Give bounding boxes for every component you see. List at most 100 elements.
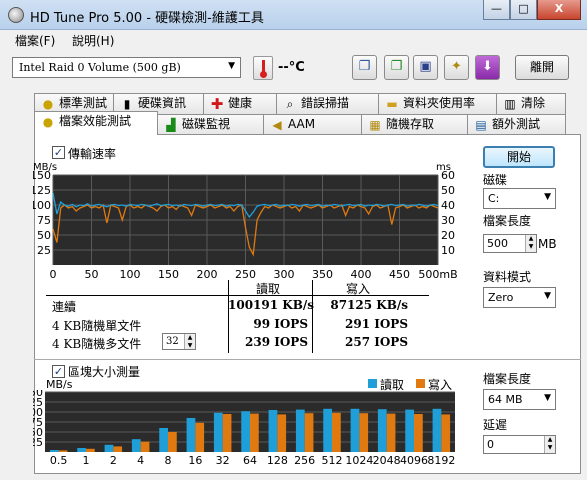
block-size-chart: 2550751001251500.51248163264128256512102… bbox=[33, 390, 455, 467]
benchmark-icon: ● bbox=[42, 97, 54, 111]
read-header: 讀取 bbox=[256, 282, 281, 296]
spinner-arrows-icon[interactable]: ▲ ▼ bbox=[184, 334, 195, 349]
x-tick-label: 500mB bbox=[418, 268, 457, 280]
y-tick-label: 150 bbox=[33, 390, 43, 399]
exit-button[interactable]: 離開 bbox=[515, 55, 569, 80]
x-tick-label: 0 bbox=[50, 268, 57, 280]
download-button[interactable]: ⬇ bbox=[475, 55, 500, 80]
chevron-down-icon: ▼ bbox=[544, 393, 551, 403]
y2-tick-label: 20 bbox=[441, 229, 455, 242]
disk-monitor-icon: ▟ bbox=[166, 118, 176, 132]
y2-tick-label: 30 bbox=[441, 214, 455, 227]
copy-text-icon: ❐ bbox=[358, 59, 371, 74]
x-tick-label: 200 bbox=[197, 268, 218, 280]
spinner-arrows-icon[interactable]: ▲ ▼ bbox=[544, 436, 555, 453]
x-tick-label: 50 bbox=[85, 268, 99, 280]
options-icon: ✦ bbox=[451, 59, 462, 74]
block-size-checkbox[interactable]: ✓ bbox=[52, 365, 65, 378]
results-table: 讀取 寫入 連續 100191 KB/s 87125 KB/s 4 KB隨機單文… bbox=[46, 280, 429, 353]
block-file-length-select[interactable]: 64 MB ▼ bbox=[483, 389, 556, 410]
read-bar bbox=[377, 409, 387, 452]
write-value: 257 IOPS bbox=[345, 335, 408, 349]
read-bar bbox=[432, 408, 442, 452]
x-tick-label: 128 bbox=[267, 454, 288, 467]
spinner-arrows-icon[interactable]: ▲ ▼ bbox=[525, 235, 536, 252]
tab-file-benchmark[interactable]: ● 檔案效能測試 bbox=[34, 111, 158, 135]
delay-label: 延遲 bbox=[483, 418, 508, 432]
read-legend-swatch bbox=[368, 379, 377, 388]
chevron-down-icon: ▼ bbox=[544, 192, 551, 202]
tab-disk-monitor[interactable]: ▟ 磁碟監視 bbox=[157, 114, 264, 135]
x-tick-label: 150 bbox=[158, 268, 179, 280]
tab-extra-tests[interactable]: ▤ 額外測試 bbox=[467, 114, 566, 135]
x-tick-label: 8 bbox=[165, 454, 172, 467]
read-bar bbox=[104, 444, 114, 452]
write-bar bbox=[414, 414, 423, 452]
save-button[interactable]: ▣ bbox=[413, 55, 438, 80]
options-button[interactable]: ✦ bbox=[444, 55, 469, 80]
aam-speaker-icon: ◀ bbox=[272, 118, 282, 132]
read-bar bbox=[77, 448, 86, 452]
y-tick-label: 100 bbox=[33, 199, 51, 212]
write-value: 87125 KB/s bbox=[330, 298, 408, 312]
y-tick-label: 50 bbox=[37, 229, 51, 242]
queue-depth-spinner[interactable]: 32 ▲ ▼ bbox=[162, 333, 196, 350]
maximize-button[interactable]: □ bbox=[510, 0, 537, 20]
tab-aam[interactable]: ◀ AAM bbox=[263, 114, 362, 135]
tab-folder-usage[interactable]: ▬ 資料夾使用率 bbox=[378, 93, 497, 114]
y2-tick-label: 10 bbox=[441, 244, 455, 257]
menu-help[interactable]: 說明(H) bbox=[72, 32, 114, 49]
read-bar bbox=[241, 411, 250, 452]
data-mode-select[interactable]: Zero ▼ bbox=[483, 287, 556, 308]
read-bar bbox=[295, 409, 305, 452]
error-scan-icon: ⌕ bbox=[286, 97, 294, 111]
tab-error-scan[interactable]: ⌕ 錯誤掃描 bbox=[276, 93, 379, 114]
file-length-spinner[interactable]: 500 ▲ ▼ bbox=[483, 234, 537, 253]
block-size-label: 區塊大小測量 bbox=[68, 365, 141, 379]
y-tick-label: 125 bbox=[33, 184, 51, 197]
erase-icon: ▥ bbox=[504, 97, 516, 111]
read-value: 99 IOPS bbox=[253, 317, 308, 331]
tab-erase[interactable]: ▥ 清除 bbox=[496, 93, 566, 114]
transfer-rate-checkbox[interactable]: ✓ bbox=[52, 146, 65, 159]
tab-health[interactable]: ✚ 健康 bbox=[203, 93, 277, 114]
write-legend-swatch bbox=[416, 379, 425, 388]
x-tick-label: 0.5 bbox=[50, 454, 68, 467]
minimize-button[interactable]: — bbox=[483, 0, 510, 20]
x-tick-label: 450 bbox=[389, 268, 410, 280]
close-button[interactable]: X bbox=[537, 0, 581, 20]
x-tick-label: 350 bbox=[312, 268, 333, 280]
x-tick-label: 4096 bbox=[400, 454, 428, 467]
window-title: HD Tune Pro 5.00 - 硬碟檢測-維護工具 bbox=[30, 11, 264, 26]
thermometer-icon bbox=[253, 56, 273, 80]
disk-select[interactable]: C: ▼ bbox=[483, 188, 556, 209]
write-header: 寫入 bbox=[346, 282, 371, 296]
copy-text-button[interactable]: ❐ bbox=[352, 55, 377, 80]
y-tick-label: 75 bbox=[37, 214, 51, 227]
copy-screenshot-button[interactable]: ❐ bbox=[384, 55, 409, 80]
x-tick-label: 256 bbox=[294, 454, 315, 467]
read-bar bbox=[350, 408, 360, 452]
drive-select-value: Intel Raid 0 Volume (500 gB) bbox=[19, 61, 181, 74]
read-bar bbox=[268, 410, 278, 452]
delay-spinner[interactable]: 0 ▲ ▼ bbox=[483, 435, 556, 454]
info-icon: ▮ bbox=[123, 97, 131, 111]
save-icon: ▣ bbox=[419, 59, 432, 74]
file-length-label: 檔案長度 bbox=[483, 214, 532, 228]
drive-select[interactable]: Intel Raid 0 Volume (500 gB) ▼ bbox=[12, 57, 241, 78]
temperature-readout: --°C bbox=[278, 60, 305, 75]
write-bar bbox=[195, 422, 205, 452]
x-tick-label: 4 bbox=[137, 454, 144, 467]
copy-screenshot-icon: ❐ bbox=[390, 59, 403, 74]
menu-file[interactable]: 檔案(F) bbox=[15, 32, 55, 49]
window-controls: — □ X bbox=[483, 0, 581, 20]
write-bar bbox=[250, 413, 259, 452]
block-file-length-label: 檔案長度 bbox=[483, 372, 532, 386]
tab-random-access[interactable]: ▦ 隨機存取 bbox=[361, 114, 468, 135]
read-bar bbox=[159, 428, 168, 452]
title-bar: HD Tune Pro 5.00 - 硬碟檢測-維護工具 — □ X bbox=[0, 0, 587, 30]
folder-icon: ▬ bbox=[386, 97, 398, 111]
row-label: 連續 bbox=[52, 300, 77, 314]
x-tick-label: 16 bbox=[188, 454, 202, 467]
start-button[interactable]: 開始 bbox=[483, 146, 555, 168]
